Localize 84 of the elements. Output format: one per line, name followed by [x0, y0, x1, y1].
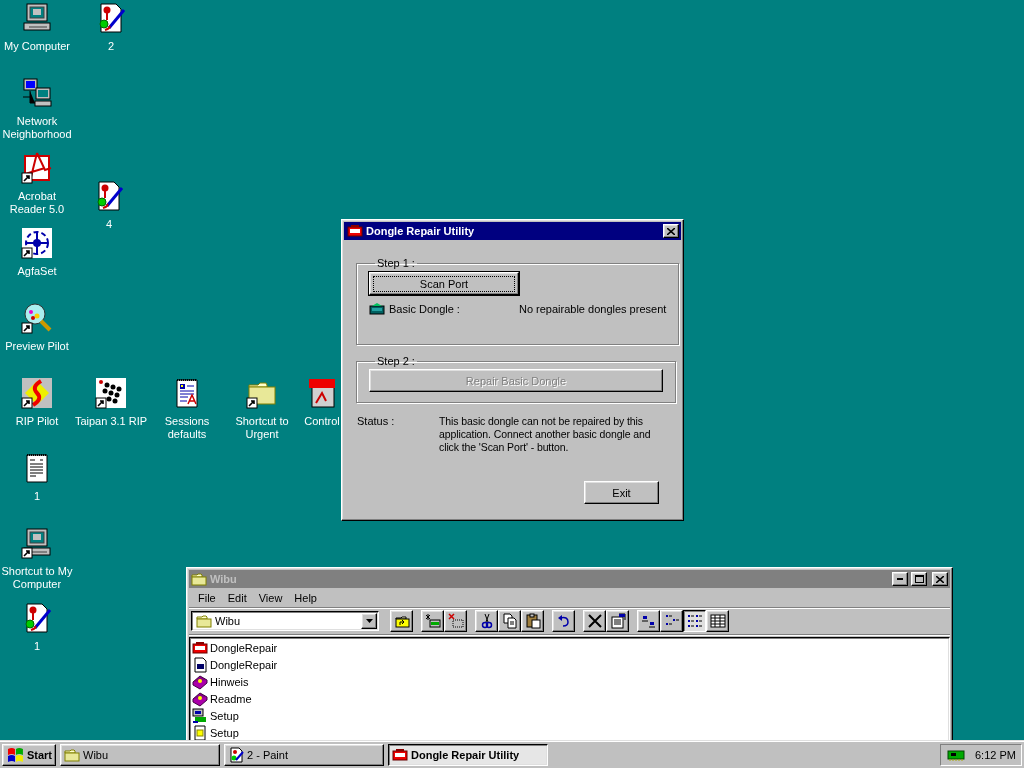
folder-icon	[196, 613, 212, 629]
large-icons-view-icon	[640, 613, 657, 629]
icon-label[interactable]: 1	[33, 490, 41, 503]
icon-label[interactable]: Control	[304, 415, 340, 428]
icon-label[interactable]: AgfaSet	[17, 265, 57, 278]
caret-icon	[365, 619, 373, 623]
book-icon	[192, 673, 208, 690]
folder-icon	[191, 571, 207, 587]
book-icon	[192, 690, 208, 707]
icon-label[interactable]: 2	[107, 40, 115, 53]
folder-entry[interactable]: Setup	[192, 707, 239, 724]
dongle-icon	[369, 302, 385, 316]
icon-label[interactable]: Acrobat Reader 5.0	[0, 190, 74, 216]
folder-entry[interactable]: DongleRepair	[192, 656, 278, 673]
delete-icon	[586, 613, 603, 629]
icon-label[interactable]: Shortcut to Urgent	[225, 415, 299, 441]
exit-button[interactable]: Exit	[584, 481, 659, 504]
icon-label[interactable]: Network Neighborhood	[0, 115, 74, 141]
computer-icon[interactable]	[21, 527, 53, 559]
setup-icon	[192, 707, 208, 724]
window-title: Dongle Repair Utility	[366, 225, 476, 237]
network-card-icon[interactable]	[947, 747, 965, 762]
folder-entry[interactable]: Readme	[192, 690, 252, 707]
taskbar-button[interactable]: Wibu	[60, 743, 220, 766]
scan-port-button[interactable]: Scan Port	[369, 272, 519, 295]
icon-label[interactable]: Shortcut to My Computer	[0, 565, 74, 591]
close-button[interactable]	[932, 572, 948, 586]
close-icon	[936, 575, 944, 583]
magnifier-icon[interactable]	[21, 302, 53, 334]
menu-item[interactable]: Help	[288, 591, 323, 604]
menu-item[interactable]: Edit	[221, 591, 253, 604]
taskbar-button[interactable]: Dongle Repair Utility	[388, 743, 548, 766]
folder-entry[interactable]: DongleRepair	[192, 639, 278, 656]
close-button[interactable]	[663, 224, 679, 238]
list-view-icon	[686, 613, 703, 629]
window-title: Wibu	[210, 573, 238, 585]
dongle-label: Basic Dongle :	[389, 303, 460, 315]
start-button[interactable]: Start	[2, 743, 56, 766]
details-view-icon	[709, 613, 726, 629]
close-icon	[667, 227, 675, 235]
taskbar-button[interactable]: 2 - Paint	[224, 743, 384, 766]
folder-icon	[64, 746, 80, 763]
clock[interactable]: 6:12 PM	[975, 748, 1016, 761]
dropdown-button[interactable]	[361, 613, 377, 629]
dongle-icon	[392, 746, 408, 763]
icon-label[interactable]: Sessions defaults	[150, 415, 224, 441]
status-label: Status :	[357, 415, 396, 429]
dongle-icon	[347, 223, 363, 239]
network-computers-icon[interactable]	[21, 77, 53, 109]
windows-flag-icon	[6, 746, 24, 763]
target-icon[interactable]	[21, 227, 53, 259]
icon-label[interactable]: RIP Pilot	[15, 415, 59, 428]
icon-label[interactable]: My Computer	[4, 40, 70, 53]
computer-icon[interactable]	[21, 2, 53, 34]
minimize-icon	[897, 578, 903, 580]
address-field[interactable]: Wibu	[191, 611, 379, 631]
minimize-button[interactable]	[892, 572, 908, 586]
maximize-icon	[914, 575, 924, 583]
acrobat-icon[interactable]	[21, 152, 53, 184]
toolbar-button[interactable]	[683, 610, 706, 632]
program-file-icon	[192, 656, 208, 673]
status-message: This basic dongle can not be repaired by this application. Connect another basic dongle and click the 'Scan Port' - button.	[439, 415, 652, 454]
rip-icon[interactable]	[21, 377, 53, 409]
disconnect-drive-icon	[447, 613, 464, 629]
paint-document-icon	[228, 746, 244, 763]
copy-icon	[501, 613, 518, 629]
network-drive-icon	[424, 613, 441, 629]
menu-item[interactable]: View	[252, 591, 289, 604]
maximize-button[interactable]	[911, 572, 927, 586]
menu-item[interactable]: File	[192, 591, 222, 604]
group-label: Step 1 :	[376, 257, 416, 269]
icon-label[interactable]: 4	[105, 218, 113, 231]
folder-entry[interactable]: Setup	[192, 724, 239, 741]
dongle-status: No repairable dongles present	[518, 303, 667, 315]
pdf-document-icon[interactable]	[306, 377, 338, 409]
paste-icon	[524, 613, 541, 629]
properties-icon	[609, 613, 626, 629]
folder-entry[interactable]: Hinweis	[192, 673, 249, 690]
group-label: Step 2 :	[376, 355, 416, 367]
icon-label[interactable]: 1	[33, 640, 41, 653]
dots-icon[interactable]	[95, 377, 127, 409]
folder-up-icon	[393, 613, 410, 629]
icon-label[interactable]: Taipan 3.1 RIP	[74, 415, 148, 428]
icon-label[interactable]: Preview Pilot	[5, 340, 69, 353]
